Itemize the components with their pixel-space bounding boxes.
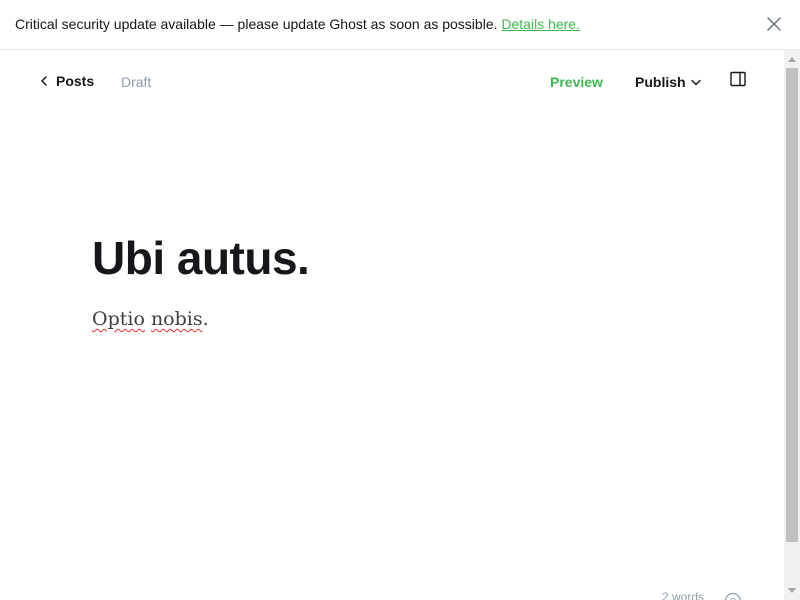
scroll-up-arrow-icon[interactable] [788,56,796,62]
publish-label: Publish [635,74,686,90]
post-title[interactable]: Ubi autus. [92,230,712,286]
back-label: Posts [56,73,95,89]
publish-button[interactable]: Publish [635,74,701,90]
word-count: 2 words [662,590,705,600]
preview-button[interactable]: Preview [550,74,603,90]
body-word: nobis [150,308,203,330]
post-status: Draft [121,74,152,90]
banner-text: Critical security update available — ple… [15,16,580,32]
help-icon[interactable]: ? [724,592,742,600]
back-to-posts-link[interactable]: Posts [40,73,94,89]
sidebar-toggle-icon[interactable] [730,71,746,87]
close-icon[interactable] [765,15,783,33]
editor: Posts Draft Preview Publish Ubi autus. O… [0,50,784,600]
body-punctuation: . [202,308,209,330]
chevron-left-icon [41,76,47,86]
post-body[interactable]: Optio nobis. [92,306,712,332]
details-link[interactable]: Details here. [501,16,580,32]
scroll-down-arrow-icon[interactable] [788,588,796,594]
scrollbar-thumb[interactable] [786,68,798,542]
vertical-scrollbar[interactable] [784,50,800,600]
banner-message: Critical security update available — ple… [15,16,502,32]
security-banner: Critical security update available — ple… [0,0,800,50]
body-word: Optio [92,308,145,330]
chevron-down-icon [690,79,701,85]
